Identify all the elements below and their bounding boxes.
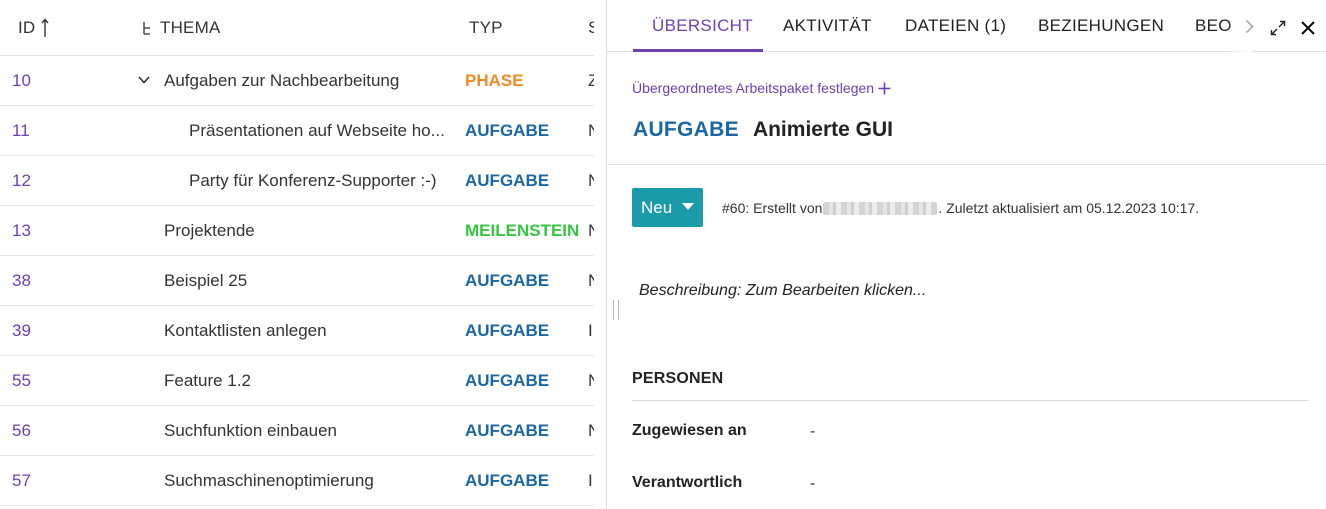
column-header-status[interactable]: S (588, 0, 594, 56)
work-package-id-link[interactable]: 57 (12, 456, 31, 506)
table-row[interactable]: 38 Beispiel 25 AUFGABE N (0, 256, 594, 306)
work-package-type-cell[interactable]: PHASE (465, 56, 524, 106)
header-divider (607, 164, 1326, 165)
table-row[interactable]: 11 Präsentationen auf Webseite ho... AUFGA… (0, 106, 594, 156)
tab-relations-label: BEZIEHUNGEN (1038, 16, 1165, 35)
plus-icon (878, 82, 891, 95)
work-package-type-cell[interactable]: AUFGABE (465, 406, 549, 456)
work-package-subject[interactable]: Animierte GUI (753, 118, 893, 142)
work-package-type-cell[interactable]: AUFGABE (465, 306, 549, 356)
work-package-subject-cell[interactable]: Suchfunktion einbauen (164, 406, 337, 456)
table-row[interactable]: 13 Projektende MEILENSTEINN (0, 206, 594, 256)
status-dropdown-button[interactable]: Neu (632, 188, 703, 227)
work-package-type-cell[interactable]: MEILENSTEIN (465, 206, 579, 256)
work-package-id-link[interactable]: 13 (12, 206, 31, 256)
meta-updated: . Zuletzt aktualisiert am 05.12.2023 10:… (938, 200, 1200, 216)
meta-created-by: #60: Erstellt von (722, 200, 823, 216)
work-package-type-cell[interactable]: AUFGABE (465, 456, 549, 506)
column-header-subject-label: THEMA (160, 18, 221, 37)
work-package-status-cell[interactable]: N (588, 256, 594, 306)
table-row[interactable]: 56 Suchfunktion einbauen AUFGABE N (0, 406, 594, 456)
details-tabs: ÜBERSICHT AKTIVITÄT DATEIEN (1) BEZIEHUN… (607, 0, 1326, 52)
work-package-id-link[interactable]: 56 (12, 406, 31, 456)
work-package-status-cell[interactable]: N (588, 356, 594, 406)
assignee-value[interactable]: - (810, 423, 815, 441)
work-package-subject-cell[interactable]: Präsentationen auf Webseite ho... (189, 106, 445, 156)
description-field[interactable]: Beschreibung: Zum Bearbeiten klicken... (639, 282, 926, 300)
table-header: ID THEMA TYP S (0, 0, 594, 56)
sort-ascending-icon[interactable] (41, 18, 49, 38)
collapse-chevron-icon[interactable] (136, 72, 152, 88)
work-package-id-link[interactable]: 55 (12, 356, 31, 406)
close-icon[interactable] (1297, 17, 1319, 39)
accountable-label: Verantwortlich (632, 474, 743, 491)
hierarchy-icon[interactable] (142, 21, 152, 35)
table-row[interactable]: 12 Party für Konferenz-Supporter :-) AUFGA… (0, 156, 594, 206)
work-package-status-cell[interactable]: Z (588, 56, 594, 106)
work-package-type[interactable]: AUFGABE (633, 118, 739, 142)
scroll-tabs-right-icon[interactable] (1241, 16, 1257, 36)
status-label: Neu (641, 197, 673, 217)
set-parent-label: Übergeordnetes Arbeitspaket festlegen (632, 80, 875, 96)
work-package-subject-cell[interactable]: Beispiel 25 (164, 256, 247, 306)
work-package-status-cell[interactable]: N (588, 106, 594, 156)
work-package-details-panel: ÜBERSICHT AKTIVITÄT DATEIEN (1) BEZIEHUN… (607, 0, 1326, 509)
tab-activity-label: AKTIVITÄT (783, 16, 872, 35)
accountable-value[interactable]: - (810, 475, 815, 493)
work-package-id-link[interactable]: 12 (12, 156, 31, 206)
section-title-people: PERSONEN (632, 370, 724, 387)
work-package-type-cell[interactable]: AUFGABE (465, 106, 549, 156)
work-package-title: AUFGABE Animierte GUI (633, 118, 893, 142)
column-header-subject[interactable]: THEMA (142, 0, 221, 56)
table-row[interactable]: 55 Feature 1.2 AUFGABE N (0, 356, 594, 406)
section-divider (632, 400, 1308, 401)
work-package-id-link[interactable]: 39 (12, 306, 31, 356)
work-package-subject-cell[interactable]: Aufgaben zur Nachbearbeitung (164, 56, 399, 106)
work-package-status-cell[interactable]: I (588, 306, 593, 356)
work-package-status-cell[interactable]: N (588, 156, 594, 206)
active-tab-indicator (633, 49, 763, 52)
work-package-status-cell[interactable]: I (588, 456, 593, 506)
tab-files[interactable]: DATEIEN (1) (905, 0, 1006, 52)
column-header-status-label: S (588, 18, 594, 37)
work-package-meta: #60: Erstellt von . Zuletzt aktualisiert… (722, 200, 1199, 216)
column-header-id[interactable]: ID (18, 0, 49, 56)
tab-overview-label: ÜBERSICHT (652, 16, 753, 35)
work-package-type-cell[interactable]: AUFGABE (465, 256, 549, 306)
work-package-status-cell[interactable]: N (588, 406, 594, 456)
column-header-type-label: TYP (469, 18, 503, 37)
work-package-status-cell[interactable]: N (588, 206, 594, 256)
tab-overview[interactable]: ÜBERSICHT (652, 0, 753, 52)
work-package-subject-cell[interactable]: Suchmaschinenoptimierung (164, 456, 374, 506)
work-package-type-cell[interactable]: AUFGABE (465, 156, 549, 206)
column-header-id-label: ID (18, 18, 36, 37)
table-row[interactable]: 10 Aufgaben zur Nachbearbeitung PHASE Z (0, 56, 594, 106)
table-row[interactable]: 57 Suchmaschinenoptimierung AUFGABE I (0, 456, 594, 506)
work-packages-view: ID THEMA TYP S 10 Aufgaben zur Nachbearbe… (0, 0, 1326, 509)
work-package-subject-cell[interactable]: Feature 1.2 (164, 356, 251, 406)
caret-down-icon (682, 203, 694, 210)
assignee-label: Zugewiesen an (632, 422, 747, 439)
work-package-id-link[interactable]: 38 (12, 256, 31, 306)
tab-activity[interactable]: AKTIVITÄT (783, 0, 872, 52)
fullscreen-expand-icon[interactable] (1268, 18, 1288, 38)
work-package-id-link[interactable]: 10 (12, 56, 31, 106)
table-row[interactable]: 39 Kontaktlisten anlegen AUFGABE I (0, 306, 594, 356)
author-name-redacted[interactable] (823, 201, 938, 215)
work-package-type-cell[interactable]: AUFGABE (465, 356, 549, 406)
work-package-subject-cell[interactable]: Party für Konferenz-Supporter :-) (189, 156, 437, 206)
tab-relations[interactable]: BEZIEHUNGEN (1038, 0, 1164, 52)
column-header-type[interactable]: TYP (469, 0, 503, 56)
work-package-subject-cell[interactable]: Kontaktlisten anlegen (164, 306, 327, 356)
work-package-table: ID THEMA TYP S 10 Aufgaben zur Nachbearbe… (0, 0, 594, 509)
work-package-id-link[interactable]: 11 (12, 106, 30, 156)
tab-files-label: DATEIEN (1) (905, 16, 1007, 35)
work-package-subject-cell[interactable]: Projektende (164, 206, 255, 256)
set-parent-link[interactable]: Übergeordnetes Arbeitspaket festlegen (632, 80, 891, 96)
